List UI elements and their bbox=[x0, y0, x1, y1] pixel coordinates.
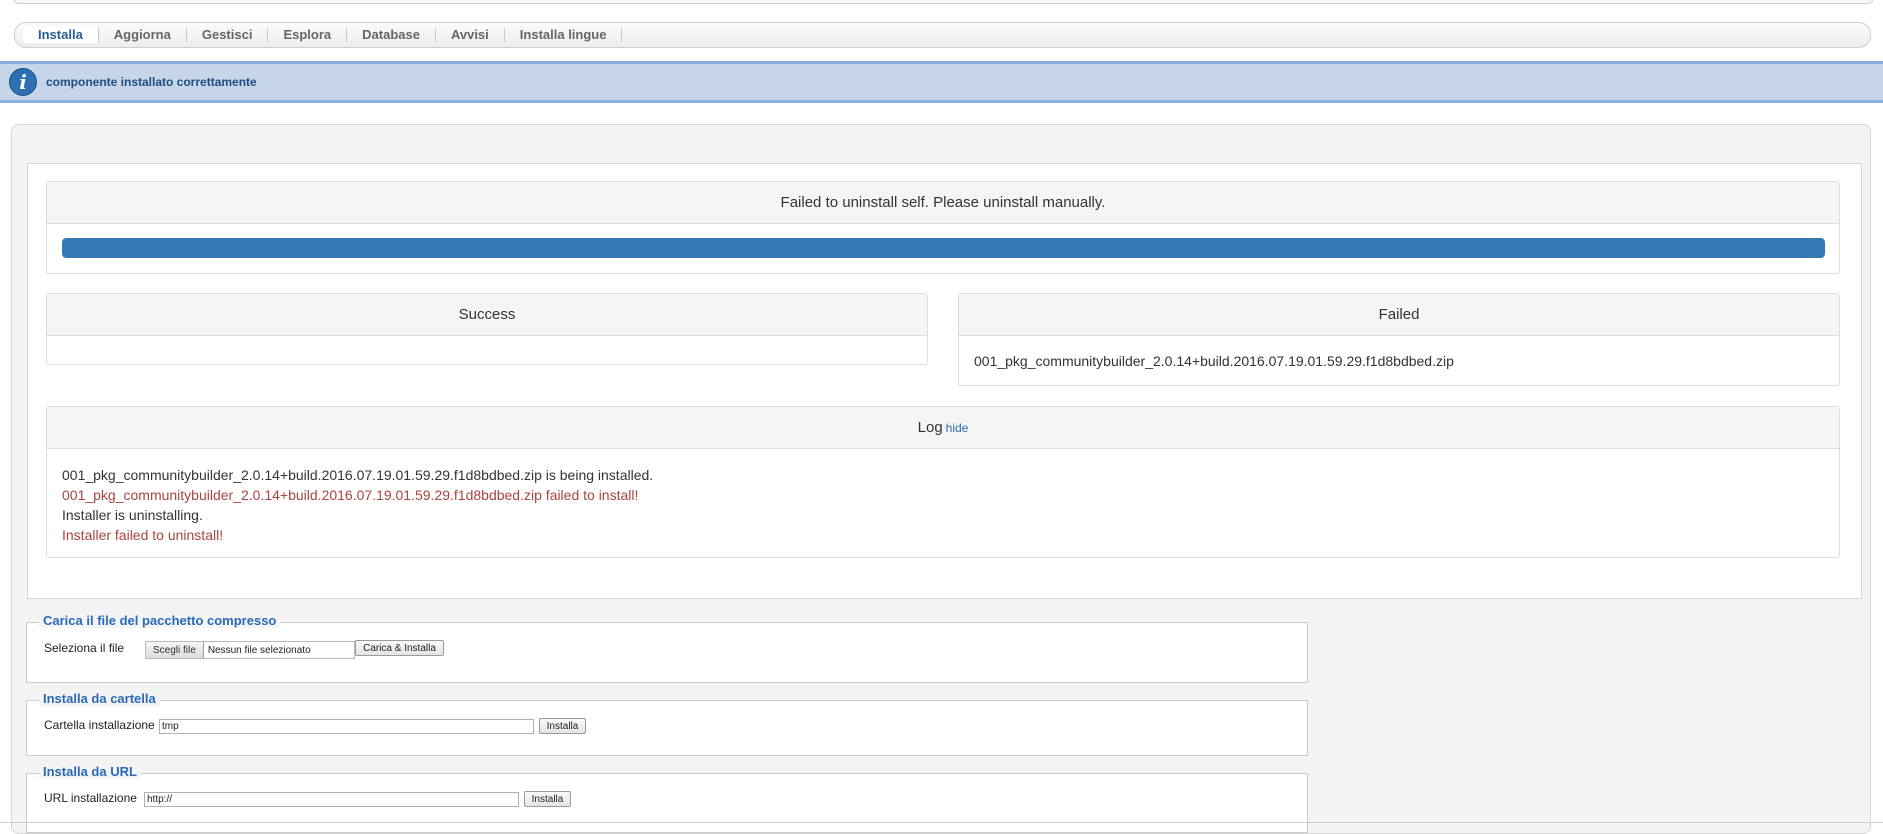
log-hide-link[interactable]: hide bbox=[946, 421, 969, 435]
divider bbox=[0, 822, 1883, 823]
log-line-error: 001_pkg_communitybuilder_2.0.14+build.20… bbox=[62, 487, 639, 503]
failed-box: Failed 001_pkg_communitybuilder_2.0.14+b… bbox=[958, 293, 1840, 386]
tab-installa-lingue[interactable]: Installa lingue bbox=[505, 28, 623, 42]
install-folder-fieldset: Installa da cartella Cartella installazi… bbox=[26, 691, 1308, 756]
info-icon: i bbox=[9, 68, 37, 96]
tab-installa[interactable]: Installa bbox=[23, 27, 99, 43]
failed-heading: Failed bbox=[959, 294, 1839, 336]
folder-install-button[interactable]: Installa bbox=[539, 718, 586, 734]
log-title: Log bbox=[917, 419, 943, 436]
folder-legend: Installa da cartella bbox=[39, 691, 160, 706]
log-line: 001_pkg_communitybuilder_2.0.14+build.20… bbox=[62, 467, 654, 483]
url-install-button[interactable]: Installa bbox=[524, 791, 571, 807]
upload-package-fieldset: Carica il file del pacchetto compresso S… bbox=[26, 613, 1308, 683]
file-status: Nessun file selezionato bbox=[207, 644, 311, 656]
install-folder-input[interactable] bbox=[159, 719, 534, 734]
tab-avvisi[interactable]: Avvisi bbox=[436, 28, 505, 42]
tab-database[interactable]: Database bbox=[347, 28, 436, 42]
url-legend: Installa da URL bbox=[39, 764, 141, 779]
progress-bar bbox=[62, 238, 1825, 258]
progress-fill bbox=[62, 238, 1825, 258]
success-heading: Success bbox=[47, 294, 927, 336]
install-url-fieldset: Installa da URL URL installazione Instal… bbox=[26, 764, 1308, 833]
choose-file-button[interactable]: Scegli file bbox=[146, 642, 204, 658]
upload-label: Seleziona il file bbox=[44, 641, 125, 655]
upload-install-button[interactable]: Carica & Installa bbox=[355, 640, 444, 656]
message-text: componente installato correttamente bbox=[46, 75, 257, 89]
submenu: Installa Aggiorna Gestisci Esplora Datab… bbox=[14, 22, 1871, 48]
top-frame bbox=[13, 0, 1874, 4]
tab-aggiorna[interactable]: Aggiorna bbox=[99, 28, 187, 42]
file-picker[interactable]: Scegli file Nessun file selezionato bbox=[145, 641, 355, 659]
failed-item: 001_pkg_communitybuilder_2.0.14+build.20… bbox=[974, 353, 1454, 369]
success-box: Success bbox=[46, 293, 928, 365]
log-box: Log hide 001_pkg_communitybuilder_2.0.14… bbox=[46, 406, 1840, 558]
log-lines: 001_pkg_communitybuilder_2.0.14+build.20… bbox=[47, 449, 1839, 545]
install-results: Failed to uninstall self. Please uninsta… bbox=[27, 163, 1862, 599]
tab-gestisci[interactable]: Gestisci bbox=[187, 28, 269, 42]
tab-esplora[interactable]: Esplora bbox=[268, 28, 348, 42]
url-label: URL installazione bbox=[44, 791, 137, 805]
log-heading: Log hide bbox=[47, 407, 1839, 449]
status-box: Failed to uninstall self. Please uninsta… bbox=[46, 181, 1840, 274]
folder-label: Cartella installazione bbox=[44, 718, 155, 732]
system-message: i componente installato correttamente bbox=[0, 61, 1883, 103]
log-line: Installer is uninstalling. bbox=[62, 507, 203, 523]
log-line-error: Installer failed to uninstall! bbox=[62, 527, 224, 543]
install-url-input[interactable] bbox=[144, 792, 519, 807]
status-heading: Failed to uninstall self. Please uninsta… bbox=[47, 182, 1839, 224]
upload-legend: Carica il file del pacchetto compresso bbox=[39, 613, 281, 628]
